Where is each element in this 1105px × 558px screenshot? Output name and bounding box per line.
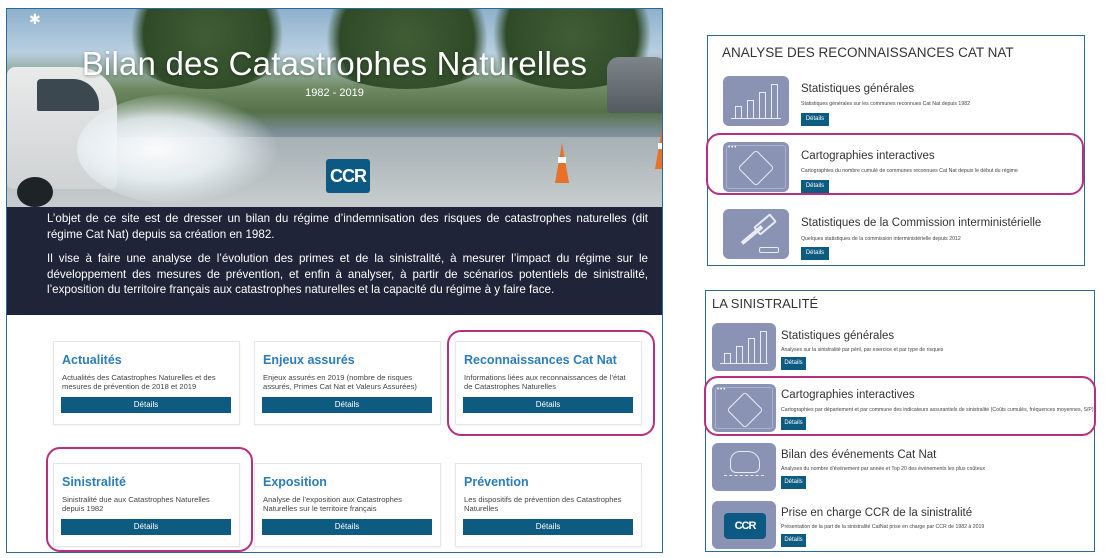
card-enjeux-assures: Enjeux assurés Enjeux assurés en 2019 (n… <box>254 341 441 425</box>
row-description: Analyses sur la sinistralité par péril, … <box>781 347 944 353</box>
card-description: Actualités des Catastrophes Naturelles e… <box>62 373 216 392</box>
row-description: Statistiques générales sur les communes … <box>801 101 970 107</box>
row-title[interactable]: Statistiques générales <box>781 330 894 342</box>
bar-chart-icon <box>723 76 789 126</box>
card-title[interactable]: Sinistralité <box>62 475 232 489</box>
snowflake-icon: ✱ <box>29 11 41 27</box>
storm-icon <box>712 443 776 491</box>
card-description: Enjeux assurés en 2019 (nombre de risque… <box>263 373 417 392</box>
hero-banner: ✱ Bilan des Catastrophes Naturelles 1982… <box>7 9 662 207</box>
row-title[interactable]: Statistiques générales <box>801 83 914 95</box>
details-button[interactable]: Détails <box>781 476 806 489</box>
ccr-logo-text: CCR <box>724 513 766 539</box>
page-subtitle: 1982 - 2019 <box>305 87 364 99</box>
row-description: Quelques statistiques de la commission i… <box>801 236 961 242</box>
card-actualites: Actualités Actualités des Catastrophes N… <box>53 341 240 425</box>
france-map-icon: ••• <box>712 384 776 432</box>
card-description: Sinistralité due aux Catastrophes Nature… <box>62 495 210 514</box>
screenshot-composite: ✱ Bilan des Catastrophes Naturelles 1982… <box>0 0 1105 558</box>
details-button[interactable]: Détails <box>61 519 231 535</box>
row-title[interactable]: Prise en charge CCR de la sinistralité <box>781 507 972 519</box>
gavel-icon <box>723 209 789 259</box>
details-button[interactable]: Détails <box>781 534 806 547</box>
details-button[interactable]: Détails <box>463 397 633 413</box>
traffic-cone <box>555 143 569 183</box>
intro-paragraph: L’objet de ce site est de dresser un bil… <box>47 212 648 241</box>
card-exposition: Exposition Analyse de l’exposition aux C… <box>254 463 441 547</box>
panel-reconnaissances: ANALYSE DES RECONNAISSANCES CAT NAT Stat… <box>707 35 1085 266</box>
row-title[interactable]: Statistiques de la Commission interminis… <box>801 217 1041 229</box>
details-button[interactable]: Détails <box>801 247 829 260</box>
row-description: Cartographies par département et par com… <box>781 407 1094 413</box>
website-frame: ✱ Bilan des Catastrophes Naturelles 1982… <box>6 8 663 553</box>
card-prevention: Prévention Les dispositifs de prévention… <box>455 463 642 547</box>
details-button[interactable]: Détails <box>801 180 829 193</box>
page-title: Bilan des Catastrophes Naturelles <box>81 45 588 82</box>
card-title[interactable]: Enjeux assurés <box>263 353 433 367</box>
card-title[interactable]: Exposition <box>263 475 433 489</box>
ccr-logo[interactable]: CCR <box>326 159 370 193</box>
water-splash <box>77 94 277 204</box>
truck-wheel <box>17 177 53 207</box>
card-description: Les dispositifs de prévention des Catast… <box>464 495 622 514</box>
cards-grid: Actualités Actualités des Catastrophes N… <box>7 315 662 552</box>
row-title[interactable]: Cartographies interactives <box>801 150 935 162</box>
card-title[interactable]: Reconnaissances Cat Nat <box>464 353 634 367</box>
ccr-logo-icon: CCR <box>712 501 776 549</box>
intro-section: L’objet de ce site est de dresser un bil… <box>7 207 662 315</box>
row-description: Cartographies du nombre cumulé de commun… <box>801 168 1018 174</box>
intro-paragraph: Il vise à faire une analyse de l’évoluti… <box>47 252 648 296</box>
panel-title: ANALYSE DES RECONNAISSANCES CAT NAT <box>722 45 1014 60</box>
row-title[interactable]: Bilan des événements Cat Nat <box>781 449 936 461</box>
card-title[interactable]: Actualités <box>62 353 232 367</box>
row-title[interactable]: Cartographies interactives <box>781 389 915 401</box>
bar-chart-icon <box>712 323 776 371</box>
details-button[interactable]: Détails <box>262 397 432 413</box>
card-sinistralite: Sinistralité Sinistralité due aux Catast… <box>53 463 240 547</box>
panel-title: LA SINISTRALITÉ <box>712 296 819 311</box>
card-description: Informations liées aux reconnaissances d… <box>464 373 626 392</box>
details-button[interactable]: Détails <box>463 519 633 535</box>
details-button[interactable]: Détails <box>262 519 432 535</box>
row-description: Analyses du nombre d’événement par année… <box>781 466 986 472</box>
traffic-cone <box>655 129 662 169</box>
details-button[interactable]: Détails <box>781 357 806 370</box>
details-button[interactable]: Détails <box>61 397 231 413</box>
details-button[interactable]: Détails <box>801 113 829 126</box>
france-map-icon: ••• <box>723 142 789 192</box>
card-reconnaissances: Reconnaissances Cat Nat Informations lié… <box>455 341 642 425</box>
panel-sinistralite: LA SINISTRALITÉ Statistiques générales A… <box>705 290 1095 552</box>
card-title[interactable]: Prévention <box>464 475 634 489</box>
card-description: Analyse de l’exposition aux Catastrophes… <box>263 495 402 514</box>
row-description: Présentation de la part de la sinistrali… <box>781 524 985 530</box>
details-button[interactable]: Détails <box>781 417 806 430</box>
